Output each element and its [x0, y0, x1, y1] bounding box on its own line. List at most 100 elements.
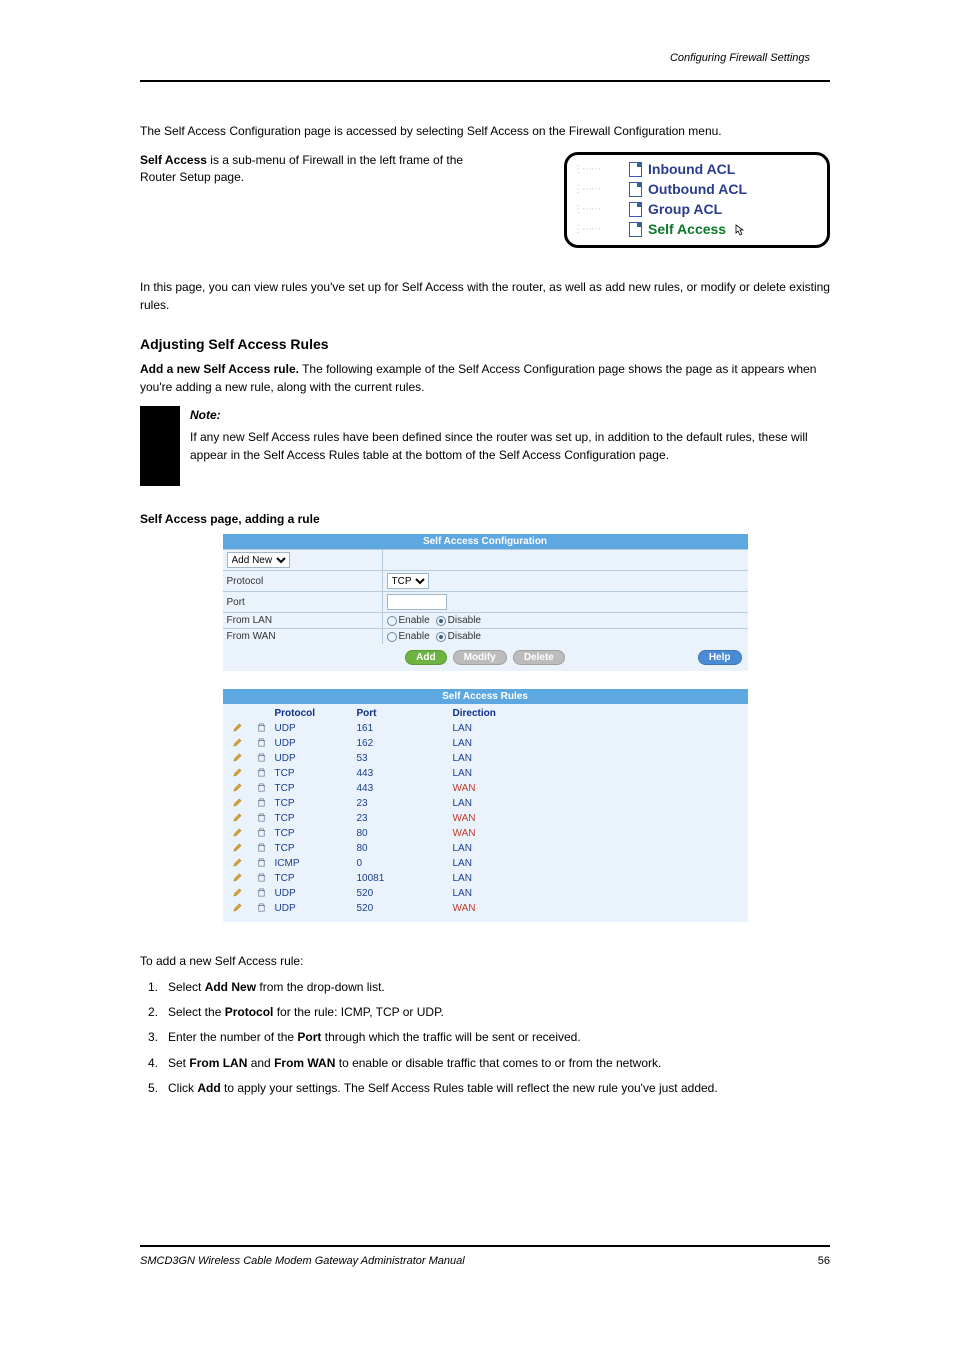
- cell-protocol: TCP: [275, 783, 357, 794]
- port-label: Port: [223, 592, 383, 612]
- cell-port: 23: [357, 798, 453, 809]
- cell-port: 80: [357, 843, 453, 854]
- cell-direction: LAN: [453, 753, 744, 764]
- from-wan-disable-radio[interactable]: Disable: [436, 631, 481, 642]
- cell-protocol: UDP: [275, 738, 357, 749]
- cell-direction: WAN: [453, 828, 744, 839]
- edit-icon[interactable]: [232, 740, 243, 751]
- delete-button[interactable]: Delete: [513, 650, 565, 665]
- list-item: 3. Enter the number of the Port through …: [140, 1028, 830, 1047]
- delete-icon[interactable]: [256, 890, 267, 901]
- edit-icon[interactable]: [232, 800, 243, 811]
- nav-item-inbound-acl[interactable]: ⋮⋯⋯ Inbound ACL: [573, 159, 817, 179]
- add-button[interactable]: Add: [405, 650, 446, 665]
- from-wan-enable-radio[interactable]: Enable: [387, 631, 430, 642]
- note-block: Note: If any new Self Access rules have …: [140, 406, 830, 486]
- cell-port: 162: [357, 738, 453, 749]
- port-input[interactable]: [387, 594, 447, 610]
- cell-protocol: TCP: [275, 798, 357, 809]
- step-strong: Port: [297, 1030, 321, 1044]
- delete-icon[interactable]: [256, 800, 267, 811]
- edit-icon[interactable]: [232, 785, 243, 796]
- nav-label: Group ACL: [648, 201, 722, 217]
- nav-item-outbound-acl[interactable]: ⋮⋯⋯ Outbound ACL: [573, 179, 817, 199]
- table-row: UDP520WAN: [223, 901, 748, 916]
- cell-port: 0: [357, 858, 453, 869]
- nav-item-group-acl[interactable]: ⋮⋯⋯ Group ACL: [573, 199, 817, 219]
- delete-icon[interactable]: [256, 815, 267, 826]
- page-footer: SMCD3GN Wireless Cable Modem Gateway Adm…: [140, 1245, 830, 1267]
- cell-protocol: UDP: [275, 753, 357, 764]
- submenu-description: Self Access is a sub-menu of Firewall in…: [140, 152, 490, 187]
- delete-icon[interactable]: [256, 755, 267, 766]
- step-mid: and: [247, 1056, 274, 1070]
- table-row: TCP23LAN: [223, 796, 748, 811]
- edit-icon[interactable]: [232, 770, 243, 781]
- list-item: 2. Select the Protocol for the rule: ICM…: [140, 1003, 830, 1022]
- table-row: TCP443WAN: [223, 781, 748, 796]
- from-lan-disable-radio[interactable]: Disable: [436, 615, 481, 626]
- step-prefix: Select the: [168, 1005, 225, 1019]
- table-row: UDP53LAN: [223, 751, 748, 766]
- step-prefix: Click: [168, 1081, 197, 1095]
- cell-port: 10081: [357, 873, 453, 884]
- delete-icon[interactable]: [256, 860, 267, 871]
- cell-direction: LAN: [453, 858, 744, 869]
- table-row: TCP80LAN: [223, 841, 748, 856]
- nav-label: Outbound ACL: [648, 181, 747, 197]
- help-button[interactable]: Help: [698, 650, 742, 665]
- mode-select[interactable]: Add New: [227, 552, 290, 568]
- protocol-select[interactable]: TCP: [387, 573, 429, 589]
- edit-icon[interactable]: [232, 830, 243, 841]
- cell-port: 443: [357, 783, 453, 794]
- intro-paragraph: The Self Access Configuration page is ac…: [140, 122, 830, 140]
- step-prefix: Set: [168, 1056, 189, 1070]
- cell-protocol: UDP: [275, 888, 357, 899]
- edit-icon[interactable]: [232, 875, 243, 886]
- edit-icon[interactable]: [232, 725, 243, 736]
- delete-icon[interactable]: [256, 875, 267, 886]
- step-rest: through which the traffic will be sent o…: [321, 1030, 580, 1044]
- delete-icon[interactable]: [256, 845, 267, 856]
- edit-icon[interactable]: [232, 860, 243, 871]
- cell-protocol: TCP: [275, 813, 357, 824]
- step-strong-b: From WAN: [274, 1056, 335, 1070]
- delete-icon[interactable]: [256, 905, 267, 916]
- list-item: 4. Set From LAN and From WAN to enable o…: [140, 1054, 830, 1073]
- step-number: 4.: [140, 1054, 158, 1073]
- edit-icon[interactable]: [232, 755, 243, 766]
- modify-button[interactable]: Modify: [453, 650, 507, 665]
- cell-direction: LAN: [453, 738, 744, 749]
- cell-direction: LAN: [453, 843, 744, 854]
- cell-port: 520: [357, 888, 453, 899]
- edit-icon[interactable]: [232, 905, 243, 916]
- cell-protocol: TCP: [275, 843, 357, 854]
- step-rest: to apply your settings. The Self Access …: [221, 1081, 718, 1095]
- list-item: 1. Select Add New from the drop-down lis…: [140, 978, 830, 997]
- radio-label: Disable: [448, 631, 481, 642]
- nav-item-self-access[interactable]: ⋮⋯⋯ Self Access: [573, 219, 817, 239]
- cell-protocol: UDP: [275, 723, 357, 734]
- col-direction: Direction: [453, 708, 744, 719]
- delete-icon[interactable]: [256, 725, 267, 736]
- panel-title: Self Access Configuration: [223, 534, 748, 549]
- cell-port: 443: [357, 768, 453, 779]
- nav-label: Inbound ACL: [648, 161, 735, 177]
- delete-icon[interactable]: [256, 830, 267, 841]
- cell-port: 80: [357, 828, 453, 839]
- rules-header-row: Protocol Port Direction: [223, 706, 748, 721]
- edit-icon[interactable]: [232, 845, 243, 856]
- edit-icon[interactable]: [232, 890, 243, 901]
- cell-port: 520: [357, 903, 453, 914]
- table-row: TCP23WAN: [223, 811, 748, 826]
- from-lan-enable-radio[interactable]: Enable: [387, 615, 430, 626]
- radio-icon: [436, 616, 446, 626]
- note-body: If any new Self Access rules have been d…: [190, 430, 808, 462]
- delete-icon[interactable]: [256, 740, 267, 751]
- cell-direction: LAN: [453, 768, 744, 779]
- delete-icon[interactable]: [256, 770, 267, 781]
- step-number: 1.: [140, 978, 158, 997]
- delete-icon[interactable]: [256, 785, 267, 796]
- edit-icon[interactable]: [232, 815, 243, 826]
- self-access-config-panel: Self Access Configuration Add New Protoc…: [223, 534, 748, 671]
